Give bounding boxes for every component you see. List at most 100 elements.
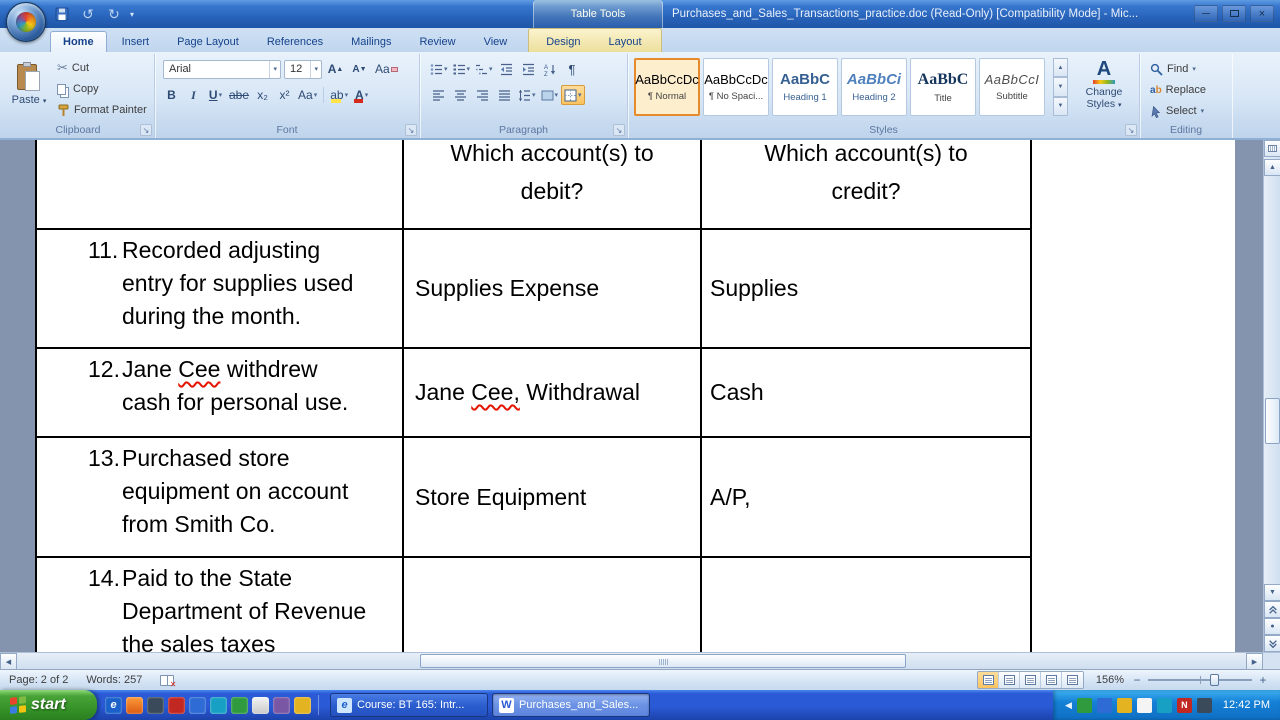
- tray-icon[interactable]: [1157, 698, 1172, 713]
- quick-launch-icon[interactable]: [210, 697, 227, 714]
- style-title[interactable]: AaBbC Title: [910, 58, 976, 116]
- tray-icon[interactable]: [1117, 698, 1132, 713]
- align-center-button[interactable]: [450, 85, 471, 105]
- close-button[interactable]: ×: [1250, 5, 1274, 22]
- tab-insert[interactable]: Insert: [109, 31, 163, 52]
- font-name-combo[interactable]: Arial▾: [163, 60, 281, 79]
- style-no-spacing[interactable]: AaBbCcDc ¶ No Spaci...: [703, 58, 769, 116]
- decrease-indent-button[interactable]: [496, 59, 517, 79]
- change-styles-button[interactable]: A Change Styles ▾: [1074, 58, 1134, 124]
- quick-launch-icon[interactable]: [252, 697, 269, 714]
- clear-formatting-button[interactable]: Aa: [373, 59, 400, 79]
- maximize-button[interactable]: [1222, 5, 1246, 22]
- taskbar-clock[interactable]: 12:42 PM: [1223, 699, 1270, 711]
- quick-launch-icon[interactable]: [294, 697, 311, 714]
- select-button[interactable]: Select▾: [1148, 102, 1208, 120]
- line-spacing-button[interactable]: ▾: [516, 85, 538, 105]
- tray-icon[interactable]: [1197, 698, 1212, 713]
- tab-review[interactable]: Review: [406, 31, 468, 52]
- styles-scroll-down-icon[interactable]: ▼: [1053, 77, 1068, 96]
- ruler-toggle-button[interactable]: [1264, 140, 1280, 157]
- zoom-slider-thumb[interactable]: [1210, 674, 1219, 686]
- shrink-font-button[interactable]: A▼: [349, 59, 370, 79]
- show-hide-formatting-button[interactable]: ¶: [562, 59, 583, 79]
- vertical-scroll-thumb[interactable]: [1265, 398, 1280, 444]
- shading-button[interactable]: ▾: [539, 85, 561, 105]
- font-color-button[interactable]: A▾: [351, 85, 372, 105]
- change-case-button[interactable]: Aa▾: [296, 85, 319, 105]
- grow-font-button[interactable]: A▲: [325, 59, 346, 79]
- bold-button[interactable]: B: [161, 85, 182, 105]
- superscript-button[interactable]: x²: [274, 85, 295, 105]
- font-size-combo[interactable]: 12▾: [284, 60, 322, 79]
- scroll-right-button[interactable]: ▶: [1246, 653, 1263, 670]
- clipboard-dialog-launcher[interactable]: ↘: [140, 124, 152, 136]
- tab-mailings[interactable]: Mailings: [338, 31, 404, 52]
- style-subtitle[interactable]: AaBbCcI Subtitle: [979, 58, 1045, 116]
- zoom-level[interactable]: 156%: [1090, 674, 1124, 686]
- tray-icon[interactable]: [1137, 698, 1152, 713]
- align-left-button[interactable]: [428, 85, 449, 105]
- tab-home[interactable]: Home: [50, 31, 107, 52]
- find-button[interactable]: Find▾: [1148, 60, 1208, 78]
- format-painter-button[interactable]: Format Painter: [54, 101, 150, 119]
- scroll-down-button[interactable]: ▼: [1264, 584, 1280, 601]
- subscript-button[interactable]: x₂: [252, 85, 273, 105]
- start-button[interactable]: start: [0, 690, 97, 720]
- taskbar-button-course[interactable]: e Course: BT 165: Intr...: [330, 693, 488, 717]
- tab-references[interactable]: References: [254, 31, 336, 52]
- word-count[interactable]: Words: 257: [77, 670, 151, 690]
- print-layout-view-button[interactable]: [978, 672, 999, 688]
- zoom-slider[interactable]: [1148, 673, 1252, 687]
- increase-indent-button[interactable]: [518, 59, 539, 79]
- cut-button[interactable]: ✂ Cut: [54, 59, 150, 77]
- tab-layout[interactable]: Layout: [595, 31, 654, 52]
- tab-view[interactable]: View: [471, 31, 521, 52]
- quick-launch-icon[interactable]: [273, 697, 290, 714]
- taskbar-button-word-document[interactable]: W Purchases_and_Sales...: [492, 693, 650, 717]
- borders-button[interactable]: ▾: [561, 85, 585, 105]
- document-page[interactable]: Which account(s) todebit? Which account(…: [35, 140, 1235, 652]
- tray-icon[interactable]: [1077, 698, 1092, 713]
- document-area[interactable]: Which account(s) todebit? Which account(…: [0, 140, 1280, 652]
- strikethrough-button[interactable]: abe: [227, 85, 251, 105]
- redo-button[interactable]: ↻: [104, 4, 124, 24]
- scroll-left-button[interactable]: ◀: [0, 653, 17, 670]
- quick-launch-icon[interactable]: [126, 697, 143, 714]
- previous-page-button[interactable]: [1264, 601, 1280, 618]
- styles-dialog-launcher[interactable]: ↘: [1125, 124, 1137, 136]
- replace-button[interactable]: ab Replace: [1148, 81, 1208, 99]
- full-screen-reading-view-button[interactable]: [999, 672, 1020, 688]
- horizontal-scroll-thumb[interactable]: [420, 654, 906, 668]
- quick-launch-icon[interactable]: [231, 697, 248, 714]
- qat-customize-dropdown-icon[interactable]: ▾: [130, 10, 134, 19]
- proofing-status-button[interactable]: [151, 670, 183, 690]
- tab-page-layout[interactable]: Page Layout: [164, 31, 252, 52]
- office-button[interactable]: [6, 2, 46, 42]
- paste-button[interactable]: Paste ▾: [8, 58, 50, 122]
- multilevel-list-button[interactable]: ▾: [473, 59, 495, 79]
- save-button[interactable]: [52, 4, 72, 24]
- undo-button[interactable]: ↺: [78, 4, 98, 24]
- zoom-in-button[interactable]: +: [1256, 673, 1270, 687]
- tray-icon[interactable]: N: [1177, 698, 1192, 713]
- quick-launch-icon[interactable]: [189, 697, 206, 714]
- quick-launch-icon[interactable]: [168, 697, 185, 714]
- styles-more-icon[interactable]: ▼: [1053, 97, 1068, 116]
- tray-collapse-icon[interactable]: ◀: [1065, 700, 1072, 711]
- numbering-button[interactable]: ▾: [451, 59, 473, 79]
- internet-explorer-icon[interactable]: e: [105, 697, 122, 714]
- draft-view-button[interactable]: [1062, 672, 1083, 688]
- scroll-up-button[interactable]: ▲: [1264, 159, 1280, 176]
- page-indicator[interactable]: Page: 2 of 2: [0, 670, 77, 690]
- style-heading-1[interactable]: AaBbC Heading 1: [772, 58, 838, 116]
- next-page-button[interactable]: [1264, 635, 1280, 652]
- web-layout-view-button[interactable]: [1020, 672, 1041, 688]
- vertical-scrollbar[interactable]: ▲ ▼ ●: [1263, 140, 1280, 652]
- font-dialog-launcher[interactable]: ↘: [405, 124, 417, 136]
- horizontal-scrollbar[interactable]: ◀ ▶: [0, 652, 1280, 669]
- tray-icon[interactable]: [1097, 698, 1112, 713]
- sort-button[interactable]: AZ: [540, 59, 561, 79]
- text-highlight-button[interactable]: ab▾: [328, 85, 350, 105]
- style-normal[interactable]: AaBbCcDc ¶ Normal: [634, 58, 700, 116]
